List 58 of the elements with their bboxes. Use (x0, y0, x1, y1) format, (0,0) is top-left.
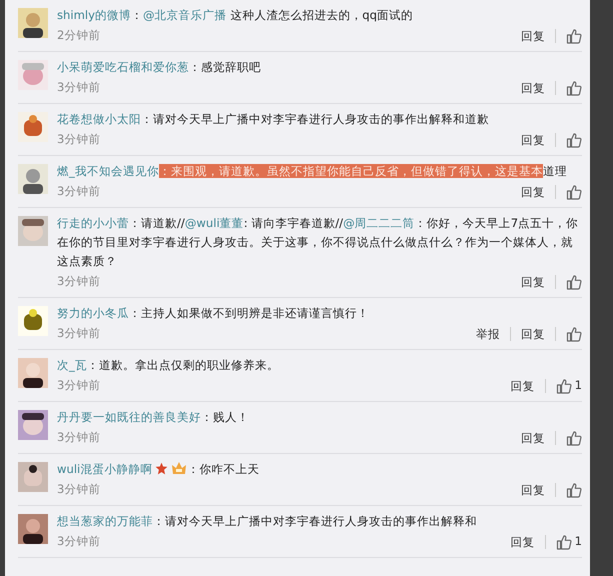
timestamp: 3分钟前 (57, 131, 102, 148)
action-link[interactable]: 举报 (466, 327, 511, 341)
timestamp: 3分钟前 (57, 429, 102, 446)
star-icon (155, 462, 168, 475)
action-link[interactable]: 回复 (511, 327, 556, 341)
username-link[interactable]: 小呆萌爱吃石榴和爱你葱 (57, 60, 189, 74)
comment-text: 丹丹要一如既往的善良美好：贱人！ (57, 409, 250, 426)
thumbs-up-icon (566, 274, 582, 290)
action-link[interactable]: 回复 (511, 431, 556, 445)
comment-text: 花卷想做小太阳：请对今天早上广播中对李宇春进行人身攻击的事作出解释和道歉 (57, 111, 490, 128)
thumbs-up-icon (566, 28, 582, 44)
username-link[interactable]: 次_瓦 (57, 358, 87, 372)
comment-text: 燃_我不知会遇见你：来围观，请道歉。虽然不指望你能自己反省，但做错了得认，这是基本道理 (57, 163, 568, 180)
comment-text: 次_瓦：道歉。拿出点仅剩的职业修养来。 (57, 357, 280, 374)
thumbs-up-icon (556, 534, 572, 550)
username-link[interactable]: 行走的小小蕾 (57, 216, 129, 230)
comment-text: 想当葱家的万能菲：请对今天早上广播中对李宇春进行人身攻击的事作出解释和 (57, 513, 478, 530)
comment-text: 努力的小冬瓜：主持人如果做不到明辨是非还请谨言慎行！ (57, 305, 370, 322)
username-link[interactable]: 丹丹要一如既往的善良美好 (57, 410, 201, 424)
mention-link[interactable]: @周二二二筒 (343, 216, 415, 230)
username-link[interactable]: 努力的小冬瓜 (57, 306, 129, 320)
crown-icon (171, 461, 188, 475)
thumbs-up-icon (566, 430, 582, 446)
comment-text: 行走的小小蕾：请道歉//@wuli董董: 请向李宇春道歉//@周二二二筒：你好，今天早上7点五十，你在你的节目里对李宇春进行人身攻击。关于这事，你不得说点什么做点什么？作为一个媒体人，就这点素质？ (57, 215, 580, 270)
action-link[interactable]: 回复 (500, 535, 546, 549)
thumbs-up-icon (566, 482, 582, 498)
action-link[interactable]: 回复 (511, 275, 556, 289)
thumbs-up-icon (556, 378, 572, 394)
username-link[interactable]: 花卷想做小太阳 (57, 112, 141, 126)
username-link[interactable]: 燃_我不知会遇见你 (57, 164, 159, 178)
comment-text: wuli混蛋小静静啊 ：你咋不上天 (57, 460, 260, 478)
timestamp: 3分钟前 (57, 79, 102, 96)
timestamp: 3分钟前 (57, 183, 102, 200)
timestamp: 3分钟前 (57, 325, 102, 342)
like-button[interactable]: 1 (546, 533, 582, 551)
action-link[interactable]: 回复 (511, 29, 556, 43)
thumbs-up-icon (566, 184, 582, 200)
action-link[interactable]: 回复 (511, 185, 556, 199)
username-link[interactable]: shimly的微博 (57, 8, 131, 22)
action-link[interactable]: 回复 (511, 81, 556, 95)
action-link[interactable]: 回复 (511, 133, 556, 147)
timestamp: 3分钟前 (57, 533, 102, 550)
comment-text: shimly的微博：@北京音乐广播 这种人渣怎么招进去的，qq面试的 (57, 7, 414, 24)
comment-text: 小呆萌爱吃石榴和爱你葱：感觉辞职吧 (57, 59, 262, 76)
thumbs-up-icon (566, 80, 582, 96)
thumbs-up-icon (566, 132, 582, 148)
timestamp: 3分钟前 (57, 481, 102, 498)
username-link[interactable]: wuli混蛋小静静啊 (57, 462, 152, 476)
mention-link[interactable]: @wuli董董 (184, 216, 244, 230)
timestamp: 3分钟前 (57, 273, 102, 290)
thumbs-up-icon (566, 326, 582, 342)
mention-link[interactable]: @北京音乐广播 (143, 8, 227, 22)
like-button[interactable]: 1 (546, 377, 582, 395)
username-link[interactable]: 想当葱家的万能菲 (57, 514, 153, 528)
timestamp: 2分钟前 (57, 27, 102, 44)
action-link[interactable]: 回复 (500, 379, 546, 393)
timestamp: 3分钟前 (57, 377, 102, 394)
action-link[interactable]: 回复 (511, 483, 556, 497)
